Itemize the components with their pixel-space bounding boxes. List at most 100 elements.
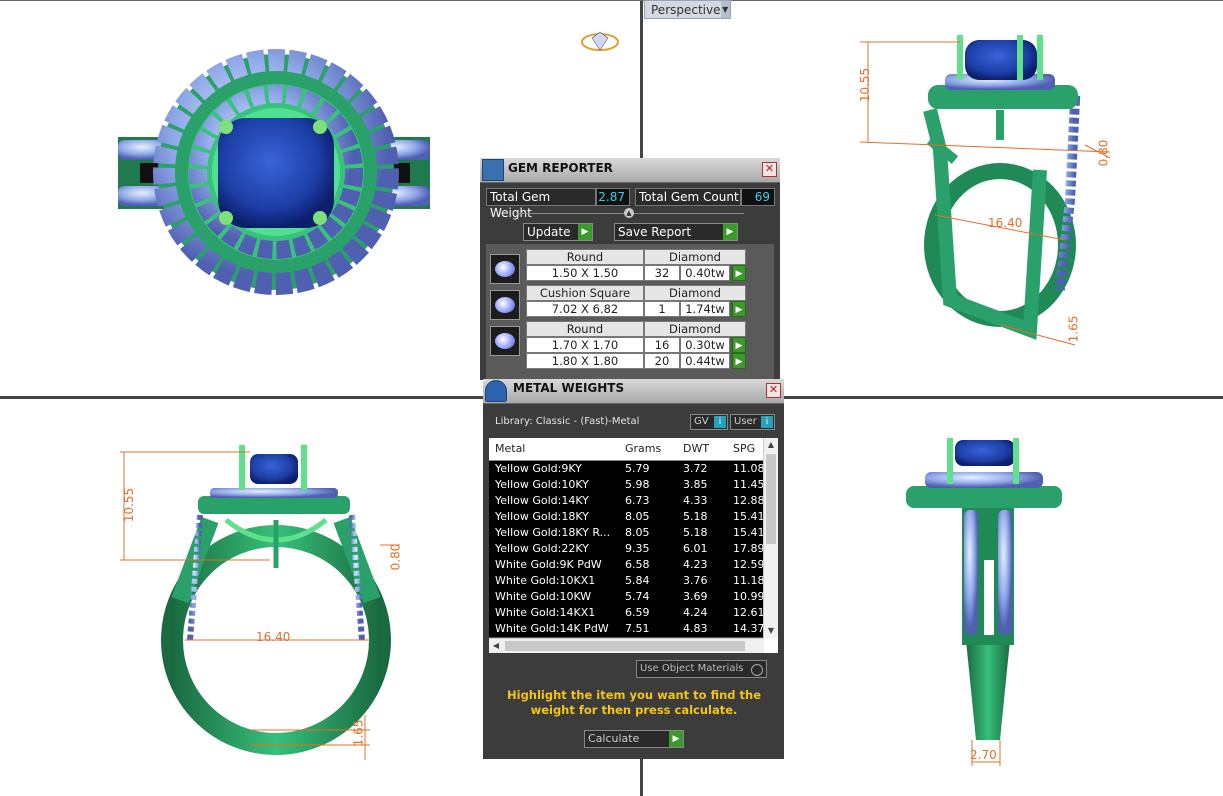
save-report-button[interactable]: Save Report ▶ (614, 223, 738, 241)
collapse-icon[interactable]: ▲ (624, 208, 634, 218)
metal-dwt: 4.83 (683, 622, 708, 635)
ring-side-view (906, 438, 1062, 766)
save-report-label: Save Report (618, 225, 692, 239)
select-gem-button[interactable]: ▶ (732, 265, 746, 281)
play-icon: ▶ (578, 224, 592, 240)
dim-shank-bottom-right: 2.70 (970, 748, 997, 762)
metal-weights-icon (485, 380, 507, 402)
dim-width-top-right: 16.40 (988, 216, 1023, 230)
scroll-down-icon[interactable]: ▼ (764, 624, 778, 638)
metal-spg: 11.08 (733, 462, 765, 475)
use-object-materials-toggle[interactable]: Use Object Materials (636, 660, 767, 678)
gem-thumbnail-round[interactable] (490, 326, 520, 356)
table-row[interactable]: Yellow Gold:18KY 8.05 5.18 15.41 (489, 509, 765, 526)
radio-icon (751, 664, 763, 676)
col-dwt[interactable]: DWT (683, 438, 709, 460)
metal-dwt: 3.76 (683, 574, 708, 587)
col-spg[interactable]: SPG (733, 438, 755, 460)
dim-band-top-right: 1.65 (1066, 315, 1081, 343)
table-row[interactable]: Yellow Gold:10KY 5.98 3.85 11.45 (489, 477, 765, 494)
metal-grams: 9.35 (625, 542, 650, 555)
table-row[interactable]: Yellow Gold:22KY 9.35 6.01 17.89 (489, 541, 765, 558)
metal-spg: 12.88 (733, 494, 765, 507)
update-label: Update (527, 225, 571, 239)
info-icon: i (714, 416, 726, 428)
gem-weight: 0.30tw (680, 337, 730, 353)
table-row[interactable]: Yellow Gold:14KY 6.73 4.33 12.88 (489, 493, 765, 510)
gem-reporter-panel: GEM REPORTER ✕ Total Gem Weight 2.87 Tot… (480, 158, 780, 380)
scroll-thumb[interactable] (766, 454, 776, 544)
total-gem-count-label: Total Gem Count (635, 188, 741, 206)
metal-grams: 6.59 (625, 606, 650, 619)
table-row[interactable]: White Gold:14K PdW 7.51 4.83 14.37 (489, 621, 765, 638)
gem-list: Round Diamond 1.50 X 1.50 32 0.40tw ▶ Cu… (486, 244, 774, 380)
viewport-view-dropdown[interactable]: Perspective ▼ (644, 0, 731, 19)
metal-dwt: 3.72 (683, 462, 708, 475)
metal-dwt: 3.85 (683, 478, 708, 491)
table-row[interactable]: Yellow Gold:9KY 5.79 3.72 11.08 (489, 461, 765, 478)
metal-dwt: 5.18 (683, 510, 708, 523)
user-label: User (734, 416, 757, 427)
gem-shape: Round (526, 321, 644, 337)
metal-name: White Gold:10KW (495, 590, 592, 603)
scroll-thumb[interactable] (505, 641, 745, 651)
gem-count: 32 (644, 265, 680, 281)
gem-thumbnail-cushion[interactable] (490, 290, 520, 320)
dim-height-top-right: 10.55 (858, 67, 873, 103)
calculate-label: Calculate (588, 732, 640, 745)
metal-weights-titlebar[interactable]: METAL WEIGHTS ✕ (483, 379, 784, 404)
col-grams[interactable]: Grams (625, 438, 661, 460)
table-row[interactable]: Yellow Gold:18KY R... 8.05 5.18 15.41 (489, 525, 765, 542)
select-gem-button[interactable]: ▶ (732, 337, 746, 353)
horizontal-scrollbar[interactable]: ◀ (489, 638, 764, 653)
metal-name: White Gold:9K PdW (495, 558, 602, 571)
gv-toggle[interactable]: GV i (690, 414, 728, 430)
user-toggle[interactable]: User i (730, 414, 775, 430)
metal-table[interactable]: Metal Grams DWT SPG Yellow Gold:9KY 5.79 3… (489, 438, 778, 653)
play-icon: ▶ (723, 224, 737, 240)
use-object-materials-label: Use Object Materials (640, 663, 744, 674)
gem-size: 1.70 X 1.70 (526, 337, 644, 353)
play-icon: ▶ (669, 731, 683, 747)
table-row[interactable]: White Gold:14KX1 6.59 4.24 12.61 (489, 605, 765, 622)
ring-perspective-view (859, 35, 1111, 346)
metal-name: Yellow Gold:14KY (495, 494, 589, 507)
calculate-button[interactable]: Calculate ▶ (584, 730, 684, 748)
scroll-left-icon[interactable]: ◀ (489, 639, 503, 653)
metal-spg: 15.41 (733, 526, 765, 539)
gem-size: 1.50 X 1.50 (526, 265, 644, 281)
gem-shape: Cushion Square (526, 285, 644, 301)
metal-spg: 12.61 (733, 606, 765, 619)
metal-name: Yellow Gold:10KY (495, 478, 589, 491)
table-row[interactable]: White Gold:10KX1 5.84 3.76 11.18 (489, 573, 765, 590)
gv-label: GV (694, 416, 709, 427)
gem-type: Diamond (644, 285, 746, 301)
gem-thumbnail-round[interactable] (490, 254, 520, 284)
scroll-up-icon[interactable]: ▲ (764, 438, 778, 452)
close-icon[interactable]: ✕ (762, 162, 777, 177)
close-icon[interactable]: ✕ (766, 383, 781, 398)
metal-grams: 8.05 (625, 526, 650, 539)
library-label: Library: Classic - (Fast)-Metal (495, 416, 640, 427)
update-button[interactable]: Update ▶ (523, 223, 593, 241)
select-gem-button[interactable]: ▶ (732, 301, 746, 317)
metal-grams: 5.98 (625, 478, 650, 491)
gem-reporter-titlebar[interactable]: GEM REPORTER ✕ (480, 158, 780, 183)
metal-spg: 11.18 (733, 574, 765, 587)
vertical-scrollbar[interactable]: ▲ ▼ (763, 438, 778, 638)
metal-dwt: 3.69 (683, 590, 708, 603)
col-metal[interactable]: Metal (495, 438, 525, 460)
metal-name: Yellow Gold:18KY R... (495, 526, 611, 539)
chevron-down-icon[interactable]: ▼ (720, 1, 730, 18)
table-row[interactable]: White Gold:10KW 5.74 3.69 10.99 (489, 589, 765, 606)
metal-grams: 8.05 (625, 510, 650, 523)
metal-name: Yellow Gold:9KY (495, 462, 582, 475)
metal-spg: 12.59 (733, 558, 765, 571)
table-row[interactable]: White Gold:9K PdW 6.58 4.23 12.59 (489, 557, 765, 574)
select-gem-button[interactable]: ▶ (732, 353, 746, 369)
gem-reporter-icon (482, 159, 504, 181)
metal-grams: 5.79 (625, 462, 650, 475)
gem-count: 1 (644, 301, 680, 317)
calculate-hint: Highlight the item you want to find the … (507, 688, 761, 717)
metal-weights-title: METAL WEIGHTS (513, 381, 625, 395)
